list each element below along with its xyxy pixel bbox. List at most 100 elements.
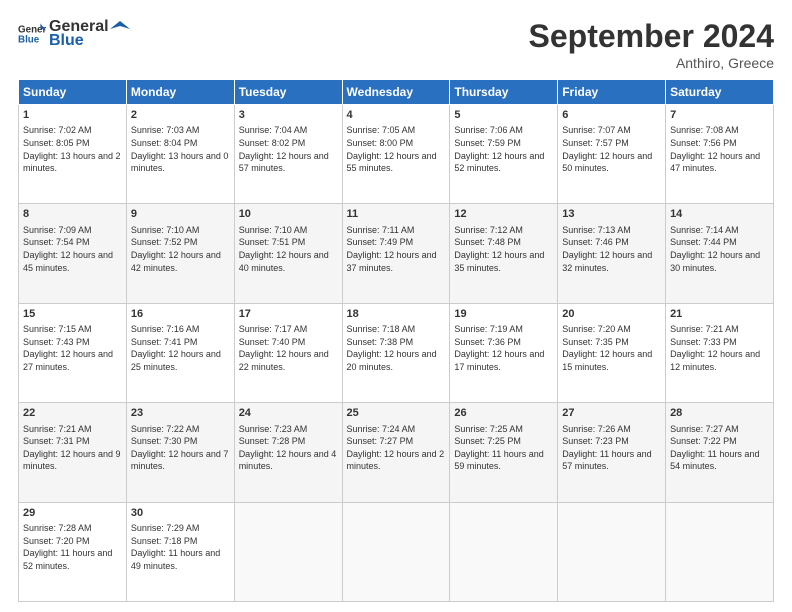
day-info: Sunrise: 7:22 AMSunset: 7:30 PMDaylight:… — [131, 424, 229, 472]
calendar-cell: 22 Sunrise: 7:21 AMSunset: 7:31 PMDayligh… — [19, 403, 127, 502]
day-info: Sunrise: 7:13 AMSunset: 7:46 PMDaylight:… — [562, 225, 652, 273]
calendar-cell: 3 Sunrise: 7:04 AMSunset: 8:02 PMDaylight… — [234, 105, 342, 204]
day-number: 11 — [347, 207, 446, 222]
calendar-cell: 29 Sunrise: 7:28 AMSunset: 7:20 PMDayligh… — [19, 502, 127, 601]
calendar-cell: 21Sunrise: 7:21 AMSunset: 7:33 PMDayligh… — [666, 303, 774, 402]
calendar-cell: 27 Sunrise: 7:26 AMSunset: 7:23 PMDayligh… — [558, 403, 666, 502]
calendar-cell — [666, 502, 774, 601]
month-title: September 2024 — [529, 18, 774, 55]
day-info: Sunrise: 7:17 AMSunset: 7:40 PMDaylight:… — [239, 324, 329, 372]
day-number: 19 — [454, 307, 553, 322]
svg-text:Blue: Blue — [18, 34, 40, 45]
day-number: 3 — [239, 108, 338, 123]
day-info: Sunrise: 7:09 AMSunset: 7:54 PMDaylight:… — [23, 225, 113, 273]
title-block: September 2024 Anthiro, Greece — [529, 18, 774, 71]
day-number: 8 — [23, 207, 122, 222]
day-number: 23 — [131, 406, 230, 421]
column-header-monday: Monday — [126, 80, 234, 105]
day-info: Sunrise: 7:06 AMSunset: 7:59 PMDaylight:… — [454, 125, 544, 173]
day-info: Sunrise: 7:24 AMSunset: 7:27 PMDaylight:… — [347, 424, 445, 472]
day-info: Sunrise: 7:04 AMSunset: 8:02 PMDaylight:… — [239, 125, 329, 173]
day-number: 10 — [239, 207, 338, 222]
calendar-cell: 25 Sunrise: 7:24 AMSunset: 7:27 PMDayligh… — [342, 403, 450, 502]
calendar-cell: 7 Sunrise: 7:08 AMSunset: 7:56 PMDaylight… — [666, 105, 774, 204]
calendar-cell — [558, 502, 666, 601]
week-row-4: 22 Sunrise: 7:21 AMSunset: 7:31 PMDayligh… — [19, 403, 774, 502]
day-info: Sunrise: 7:16 AMSunset: 7:41 PMDaylight:… — [131, 324, 221, 372]
calendar-cell: 30Sunrise: 7:29 AMSunset: 7:18 PMDayligh… — [126, 502, 234, 601]
day-number: 9 — [131, 207, 230, 222]
location: Anthiro, Greece — [529, 55, 774, 71]
calendar-cell: 10Sunrise: 7:10 AMSunset: 7:51 PMDayligh… — [234, 204, 342, 303]
day-number: 15 — [23, 307, 122, 322]
day-number: 5 — [454, 108, 553, 123]
calendar-cell: 13 Sunrise: 7:13 AMSunset: 7:46 PMDayligh… — [558, 204, 666, 303]
day-info: Sunrise: 7:08 AMSunset: 7:56 PMDaylight:… — [670, 125, 760, 173]
day-number: 29 — [23, 506, 122, 521]
day-number: 1 — [23, 108, 122, 123]
day-number: 18 — [347, 307, 446, 322]
day-number: 7 — [670, 108, 769, 123]
day-number: 21 — [670, 307, 769, 322]
calendar-cell: 18 Sunrise: 7:18 AMSunset: 7:38 PMDayligh… — [342, 303, 450, 402]
day-info: Sunrise: 7:28 AMSunset: 7:20 PMDaylight:… — [23, 523, 112, 571]
day-number: 4 — [347, 108, 446, 123]
day-info: Sunrise: 7:10 AMSunset: 7:52 PMDaylight:… — [131, 225, 221, 273]
calendar-cell: 9 Sunrise: 7:10 AMSunset: 7:52 PMDaylight… — [126, 204, 234, 303]
day-info: Sunrise: 7:21 AMSunset: 7:31 PMDaylight:… — [23, 424, 121, 472]
day-number: 25 — [347, 406, 446, 421]
day-number: 20 — [562, 307, 661, 322]
calendar-cell: 12 Sunrise: 7:12 AMSunset: 7:48 PMDayligh… — [450, 204, 558, 303]
calendar-cell: 16Sunrise: 7:16 AMSunset: 7:41 PMDayligh… — [126, 303, 234, 402]
day-info: Sunrise: 7:26 AMSunset: 7:23 PMDaylight:… — [562, 424, 651, 472]
calendar-cell: 11 Sunrise: 7:11 AMSunset: 7:49 PMDayligh… — [342, 204, 450, 303]
day-number: 27 — [562, 406, 661, 421]
calendar-cell: 8 Sunrise: 7:09 AMSunset: 7:54 PMDaylight… — [19, 204, 127, 303]
calendar-cell: 20 Sunrise: 7:20 AMSunset: 7:35 PMDayligh… — [558, 303, 666, 402]
column-header-thursday: Thursday — [450, 80, 558, 105]
calendar-cell: 4 Sunrise: 7:05 AMSunset: 8:00 PMDaylight… — [342, 105, 450, 204]
calendar-body: 1Sunrise: 7:02 AMSunset: 8:05 PMDaylight… — [19, 105, 774, 602]
day-info: Sunrise: 7:11 AMSunset: 7:49 PMDaylight:… — [347, 225, 437, 273]
calendar-cell: 19 Sunrise: 7:19 AMSunset: 7:36 PMDayligh… — [450, 303, 558, 402]
calendar-cell: 26 Sunrise: 7:25 AMSunset: 7:25 PMDayligh… — [450, 403, 558, 502]
column-header-wednesday: Wednesday — [342, 80, 450, 105]
day-info: Sunrise: 7:27 AMSunset: 7:22 PMDaylight:… — [670, 424, 759, 472]
column-header-saturday: Saturday — [666, 80, 774, 105]
day-info: Sunrise: 7:18 AMSunset: 7:38 PMDaylight:… — [347, 324, 437, 372]
day-info: Sunrise: 7:20 AMSunset: 7:35 PMDaylight:… — [562, 324, 652, 372]
day-number: 26 — [454, 406, 553, 421]
calendar-cell — [450, 502, 558, 601]
column-header-sunday: Sunday — [19, 80, 127, 105]
day-info: Sunrise: 7:15 AMSunset: 7:43 PMDaylight:… — [23, 324, 113, 372]
calendar-cell: 6Sunrise: 7:07 AMSunset: 7:57 PMDaylight… — [558, 105, 666, 204]
day-number: 22 — [23, 406, 122, 421]
day-number: 24 — [239, 406, 338, 421]
calendar-header-row: SundayMondayTuesdayWednesdayThursdayFrid… — [19, 80, 774, 105]
day-number: 14 — [670, 207, 769, 222]
day-number: 13 — [562, 207, 661, 222]
calendar-cell: 2Sunrise: 7:03 AMSunset: 8:04 PMDaylight… — [126, 105, 234, 204]
calendar-cell — [342, 502, 450, 601]
calendar-cell: 5 Sunrise: 7:06 AMSunset: 7:59 PMDaylight… — [450, 105, 558, 204]
column-header-tuesday: Tuesday — [234, 80, 342, 105]
day-info: Sunrise: 7:05 AMSunset: 8:00 PMDaylight:… — [347, 125, 437, 173]
week-row-5: 29 Sunrise: 7:28 AMSunset: 7:20 PMDayligh… — [19, 502, 774, 601]
calendar-cell — [234, 502, 342, 601]
day-info: Sunrise: 7:25 AMSunset: 7:25 PMDaylight:… — [454, 424, 543, 472]
day-info: Sunrise: 7:14 AMSunset: 7:44 PMDaylight:… — [670, 225, 760, 273]
day-info: Sunrise: 7:23 AMSunset: 7:28 PMDaylight:… — [239, 424, 337, 472]
day-number: 2 — [131, 108, 230, 123]
calendar-cell: 17Sunrise: 7:17 AMSunset: 7:40 PMDayligh… — [234, 303, 342, 402]
calendar-cell: 28 Sunrise: 7:27 AMSunset: 7:22 PMDayligh… — [666, 403, 774, 502]
day-number: 28 — [670, 406, 769, 421]
column-header-friday: Friday — [558, 80, 666, 105]
week-row-2: 8 Sunrise: 7:09 AMSunset: 7:54 PMDaylight… — [19, 204, 774, 303]
calendar-cell: 1Sunrise: 7:02 AMSunset: 8:05 PMDaylight… — [19, 105, 127, 204]
day-info: Sunrise: 7:07 AMSunset: 7:57 PMDaylight:… — [562, 125, 652, 173]
calendar-cell: 14 Sunrise: 7:14 AMSunset: 7:44 PMDayligh… — [666, 204, 774, 303]
day-info: Sunrise: 7:12 AMSunset: 7:48 PMDaylight:… — [454, 225, 544, 273]
header: General Blue General Blue September 2024… — [18, 18, 774, 71]
day-info: Sunrise: 7:19 AMSunset: 7:36 PMDaylight:… — [454, 324, 544, 372]
day-number: 12 — [454, 207, 553, 222]
